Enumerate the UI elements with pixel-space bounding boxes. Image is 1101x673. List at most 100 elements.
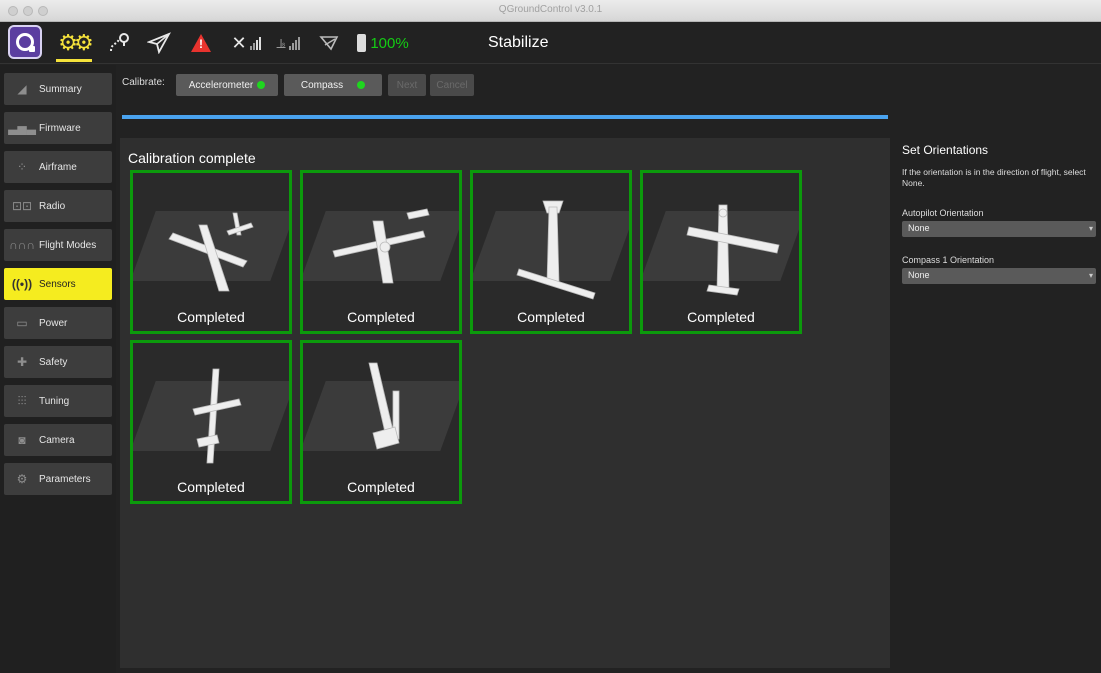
warning-icon: [191, 34, 211, 52]
messages-button[interactable]: [186, 26, 216, 60]
flight-mode-selector[interactable]: Stabilize: [488, 26, 558, 60]
compass-status-icon: [357, 81, 366, 89]
fly-view-button[interactable]: [144, 26, 174, 60]
calibration-status: Calibration complete: [128, 150, 256, 166]
orientation-cell-nose-down: Completed: [470, 170, 632, 334]
battery-indicator[interactable]: 100%: [346, 26, 420, 60]
setup-view-button[interactable]: ⚙⚙: [56, 26, 94, 62]
app-logo-icon: [16, 33, 35, 52]
firmware-icon: ▃▅▃: [8, 121, 36, 135]
main-toolbar: ⚙⚙ ✕ ⫡ 100% Stabilize: [0, 22, 1101, 64]
sidebar-item-label: Tuning: [39, 395, 70, 407]
sensors-icon: ((•)): [11, 277, 33, 291]
chevron-down-icon: ▾: [1088, 271, 1093, 280]
parameters-icon: ⚙: [16, 472, 28, 486]
airplane-level-icon: [168, 212, 254, 292]
airplane-left-side-icon: [192, 368, 242, 464]
orientation-label: Completed: [177, 479, 245, 495]
calibration-panel: Calibration complete Completed Completed: [120, 138, 890, 668]
sidebar-item-label: Airframe: [39, 161, 77, 173]
sidebar-item-flight-modes[interactable]: ∩∩∩ Flight Modes: [4, 229, 112, 261]
orientation-label: Completed: [517, 309, 585, 325]
calibration-progress-bar: [122, 115, 888, 119]
orientation-label: Completed: [347, 479, 415, 495]
airplane-nose-down-icon: [516, 200, 596, 300]
telemetry-icon: [319, 36, 339, 51]
compass-button-label: Compass: [300, 79, 344, 91]
gps-signal-icon: [249, 36, 261, 50]
sidebar-item-label: Firmware: [39, 122, 81, 134]
orientation-cell-left-side: Completed: [130, 340, 292, 504]
rc-transmitter-icon: ⫡: [276, 34, 286, 51]
orientation-label: Completed: [687, 309, 755, 325]
sidebar-item-camera[interactable]: ◙ Camera: [4, 424, 112, 456]
battery-icon: [357, 34, 367, 52]
window-titlebar: QGroundControl v3.0.1: [0, 0, 1101, 22]
next-button-label: Next: [396, 79, 418, 91]
autopilot-orientation-value: None: [908, 223, 930, 233]
sidebar-item-label: Sensors: [39, 278, 76, 290]
sidebar-item-tuning[interactable]: ⫶⫶⫶ Tuning: [4, 385, 112, 417]
sidebar-item-label: Summary: [39, 83, 82, 95]
battery-percent: 100%: [370, 34, 409, 52]
orientation-panel-description: If the orientation is in the direction o…: [902, 167, 1086, 188]
orientation-label: Completed: [177, 309, 245, 325]
sidebar-item-label: Camera: [39, 434, 75, 446]
flight-modes-icon: ∩∩∩: [9, 238, 35, 252]
cancel-button[interactable]: Cancel: [430, 74, 474, 96]
plan-view-button[interactable]: [104, 26, 134, 60]
plan-route-icon: [110, 33, 129, 52]
sidebar-item-summary[interactable]: ◢ Summary: [4, 73, 112, 105]
airplane-nose-up-icon: [686, 204, 780, 296]
flight-mode-label: Stabilize: [488, 34, 549, 51]
next-button[interactable]: Next: [388, 74, 426, 96]
sidebar-item-label: Power: [39, 317, 68, 329]
airframe-icon: ⁘: [16, 160, 28, 174]
calibrate-label: Calibrate:: [122, 77, 165, 88]
paper-plane-icon: ◢: [17, 82, 27, 96]
rc-signal-icon: [288, 36, 300, 50]
orientation-cell-right-side: Completed: [300, 340, 462, 504]
autopilot-orientation-label: Autopilot Orientation: [902, 208, 984, 218]
sidebar-item-label: Flight Modes: [39, 239, 97, 251]
autopilot-orientation-select[interactable]: None ▾: [902, 221, 1096, 237]
setup-sidebar: ◢ Summary ▃▅▃ Firmware ⁘ Airframe ⊡⊡ Rad…: [0, 65, 116, 673]
chevron-down-icon: ▾: [1088, 224, 1093, 233]
compass-orientation-select[interactable]: None ▾: [902, 268, 1096, 284]
safety-icon: ✚: [16, 355, 28, 369]
window-title: QGroundControl v3.0.1: [498, 4, 603, 15]
calibration-progress-fill: [122, 115, 888, 119]
accelerometer-button-label: Accelerometer: [188, 79, 254, 91]
settings-gear-icon: ⚙⚙: [58, 29, 94, 55]
compass-button[interactable]: Compass: [284, 74, 382, 96]
accelerometer-status-icon: [257, 81, 266, 89]
rc-status-indicator[interactable]: ⫡: [268, 26, 308, 60]
accelerometer-button[interactable]: Accelerometer: [176, 74, 278, 96]
sidebar-item-label: Parameters: [39, 473, 91, 485]
gps-status-indicator[interactable]: ✕: [226, 26, 266, 60]
airplane-upside-down-icon: [332, 208, 430, 284]
sidebar-item-parameters[interactable]: ⚙ Parameters: [4, 463, 112, 495]
cancel-button-label: Cancel: [436, 79, 468, 91]
orientation-label: Completed: [347, 309, 415, 325]
sidebar-item-safety[interactable]: ✚ Safety: [4, 346, 112, 378]
gps-satellite-icon: ✕: [231, 32, 247, 53]
power-icon: ▭: [16, 316, 28, 330]
tuning-icon: ⫶⫶⫶: [17, 393, 27, 408]
sidebar-item-power[interactable]: ▭ Power: [4, 307, 112, 339]
fly-send-icon: [147, 32, 171, 54]
sidebar-item-sensors[interactable]: ((•)) Sensors: [4, 268, 112, 300]
telemetry-indicator[interactable]: [316, 26, 342, 60]
compass-orientation-value: None: [908, 270, 930, 280]
orientation-panel-title: Set Orientations: [902, 143, 989, 157]
orientation-cell-level: Completed: [130, 170, 292, 334]
camera-icon: ◙: [18, 433, 26, 447]
sidebar-item-radio[interactable]: ⊡⊡ Radio: [4, 190, 112, 222]
orientation-cell-upside-down: Completed: [300, 170, 462, 334]
radio-icon: ⊡⊡: [11, 199, 33, 213]
sidebar-item-airframe[interactable]: ⁘ Airframe: [4, 151, 112, 183]
app-logo-button[interactable]: [8, 25, 42, 59]
sidebar-item-label: Safety: [39, 356, 68, 368]
orientation-cell-nose-up: Completed: [640, 170, 802, 334]
sidebar-item-firmware[interactable]: ▃▅▃ Firmware: [4, 112, 112, 144]
